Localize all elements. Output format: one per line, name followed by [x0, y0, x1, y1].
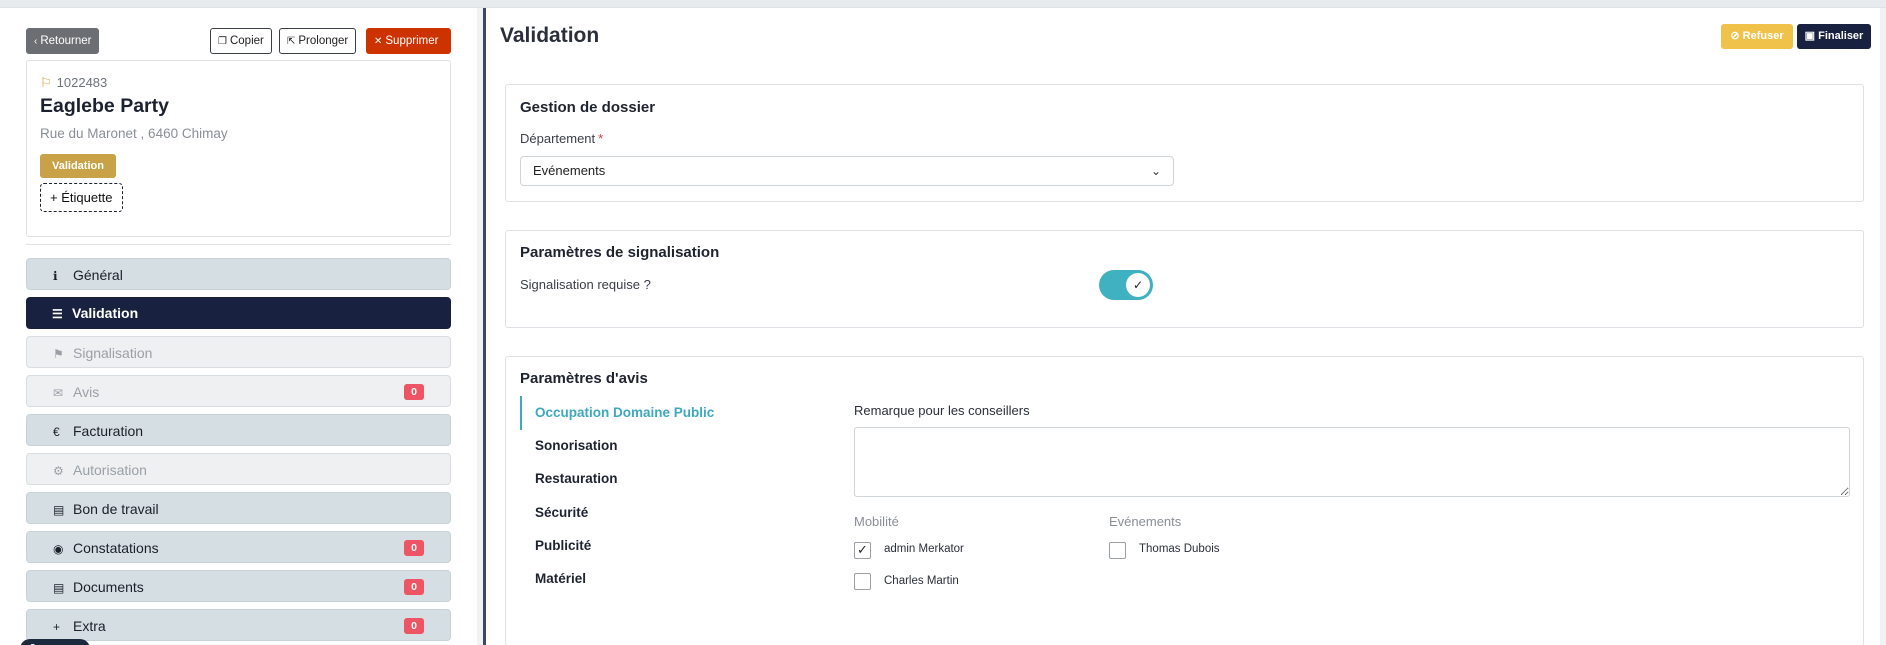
chevron-left-icon: ‹	[34, 36, 38, 47]
department-select[interactable]: Evénements ⌄	[520, 156, 1174, 186]
main-panel: Validation ⊘ Refuser ▣ Finaliser Gestion…	[483, 8, 1880, 645]
divider	[26, 244, 451, 245]
eye-icon: ◉	[53, 542, 64, 556]
section-title: Paramètres d'avis	[520, 370, 648, 387]
comment-icon: ✉	[53, 386, 64, 400]
file-icon: ▤	[53, 503, 65, 517]
ban-icon: ⊘	[1730, 30, 1743, 42]
tab-occupation[interactable]: Occupation Domaine Public	[520, 396, 820, 430]
checkbox-charles-martin[interactable]	[854, 573, 871, 590]
check-icon: ✓	[1126, 273, 1150, 297]
status-badge: Validation	[40, 154, 116, 178]
add-tag-button[interactable]: + Étiquette	[40, 183, 123, 212]
share-icon: ⇱	[287, 36, 296, 47]
record-toolbar: ‹ Retourner ❐ Copier ⇱ Prolonger ✕ Supprimer	[26, 28, 451, 54]
euro-icon: €	[53, 425, 60, 439]
group-label-mobilite: Mobilité	[854, 514, 899, 529]
extend-button[interactable]: ⇱ Prolonger	[279, 28, 357, 54]
remark-label: Remarque pour les conseillers	[854, 403, 1030, 418]
required-marker: *	[598, 131, 604, 146]
tab-securite[interactable]: Sécurité	[520, 500, 820, 526]
nav-item-extra[interactable]: + Extra 0	[26, 609, 451, 641]
document-icon: ▤	[53, 581, 65, 595]
signal-question: Signalisation requise ?	[520, 277, 651, 292]
nav-item-constatations[interactable]: ◉ Constatations 0	[26, 531, 451, 563]
checklist-icon: ☰	[52, 307, 63, 321]
flag-icon: ⚐	[40, 75, 52, 90]
copy-icon: ❐	[218, 36, 227, 47]
record-address: Rue du Maronet , 6460 Chimay	[40, 126, 228, 141]
chevron-down-icon: ⌄	[1150, 164, 1161, 178]
signpost-icon: ⚑	[53, 347, 64, 361]
page-title: Validation	[500, 24, 600, 47]
section-title: Paramètres de signalisation	[520, 244, 720, 261]
copy-button[interactable]: ❐ Copier	[210, 28, 272, 54]
dossier-section: Gestion de dossier Département * Evénemen…	[505, 84, 1864, 202]
checkbox-admin-merkator[interactable]: ✓	[854, 542, 871, 559]
nav-item-validation[interactable]: ☰ Validation	[26, 297, 451, 329]
count-badge: 0	[404, 579, 424, 595]
avis-tabs: Occupation Domaine Public Sonorisation R…	[520, 396, 820, 596]
nav-item-documents[interactable]: ▤ Documents 0	[26, 570, 451, 602]
save-icon: ▣	[1804, 30, 1819, 42]
tab-restauration[interactable]: Restauration	[520, 466, 820, 492]
checkbox-label: Thomas Dubois	[1139, 543, 1220, 555]
tab-sonorisation[interactable]: Sonorisation	[520, 433, 820, 459]
tab-publicite[interactable]: Publicité	[520, 533, 820, 559]
count-badge: 0	[404, 540, 424, 556]
help-button[interactable]: ?	[20, 639, 90, 645]
close-icon: ✕	[374, 36, 383, 47]
record-card: ⚐ 1022483 Eaglebe Party Rue du Maronet , …	[26, 60, 451, 237]
group-label-evenements: Evénements	[1109, 514, 1182, 529]
section-title: Gestion de dossier	[520, 99, 656, 116]
top-strip	[0, 0, 1886, 8]
nav-item-facturation[interactable]: € Facturation	[26, 414, 451, 446]
finalize-button[interactable]: ▣ Finaliser	[1797, 24, 1871, 49]
checkbox-label: admin Merkator	[884, 543, 964, 555]
count-badge: 0	[404, 618, 424, 634]
count-badge: 0	[404, 384, 424, 400]
record-name: Eaglebe Party	[40, 95, 169, 117]
nav-item-avis[interactable]: ✉ Avis 0	[26, 375, 451, 407]
nav-item-autorisation[interactable]: ⚙ Autorisation	[26, 453, 451, 485]
info-icon: ℹ	[53, 269, 58, 283]
nav-item-signalisation[interactable]: ⚑ Signalisation	[26, 336, 451, 368]
nav-item-bon-de-travail[interactable]: ▤ Bon de travail	[26, 492, 451, 524]
remark-textarea[interactable]	[854, 427, 1850, 497]
checkbox-thomas-dubois[interactable]	[1109, 542, 1126, 559]
checkbox-label: Charles Martin	[884, 575, 959, 587]
refuse-button[interactable]: ⊘ Refuser	[1721, 24, 1793, 49]
back-button[interactable]: ‹ Retourner	[26, 28, 100, 54]
record-id: ⚐ 1022483	[40, 75, 108, 90]
signal-toggle[interactable]: ✓	[1099, 270, 1153, 300]
tab-materiel[interactable]: Matériel	[520, 566, 820, 592]
file-gear-icon: ⚙	[53, 464, 64, 478]
left-panel: ‹ Retourner ❐ Copier ⇱ Prolonger ✕ Supprimer…	[0, 8, 477, 645]
avis-section: Paramètres d'avis Occupation Domaine Pub…	[505, 356, 1864, 645]
delete-button[interactable]: ✕ Supprimer	[366, 28, 451, 54]
signal-section: Paramètres de signalisation Signalisatio…	[505, 230, 1864, 328]
nav-item-general[interactable]: ℹ Général	[26, 258, 451, 290]
department-label: Département *	[520, 131, 604, 146]
